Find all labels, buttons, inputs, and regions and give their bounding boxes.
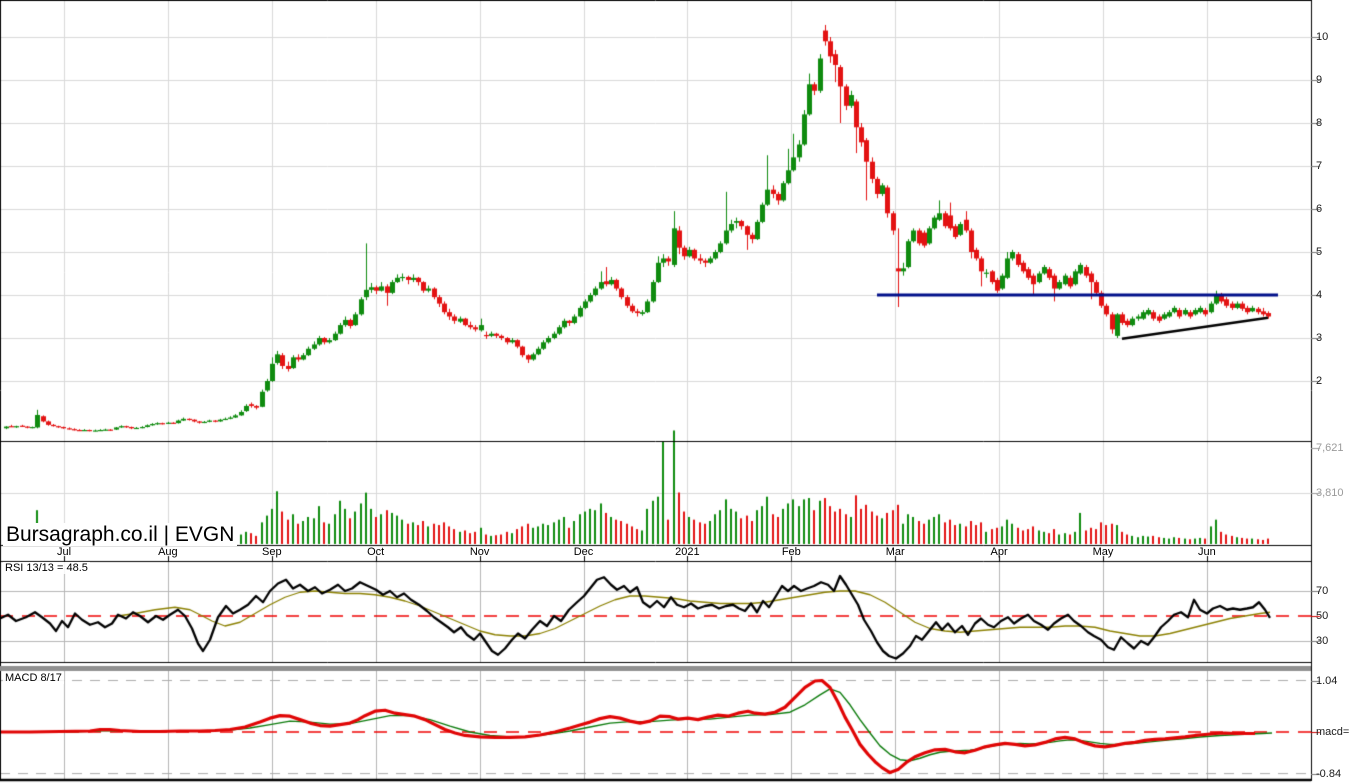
month-label-3: Oct [367, 546, 385, 558]
price-tick-7: 7 [1316, 160, 1323, 172]
month-label-7: Feb [781, 546, 801, 558]
price-volume-rsi-macd-chart-canvas [0, 0, 1349, 784]
month-label-2: Sep [262, 546, 282, 558]
rsi-tick-30: 30 [1316, 635, 1329, 647]
stock-chart-root: Bursagraph.co.il | EVGN RSI 13/13 = 48.5… [0, 0, 1349, 784]
rsi-tick-70: 70 [1316, 585, 1329, 597]
month-label-8: Mar [885, 546, 905, 558]
price-tick-8: 8 [1316, 117, 1323, 129]
volume-tick-7621: 7,621 [1316, 442, 1344, 454]
month-label-11: Jun [1198, 546, 1216, 558]
month-label-9: Apr [990, 546, 1008, 558]
month-label-4: Nov [469, 546, 490, 558]
price-tick-3: 3 [1316, 332, 1323, 344]
macd-tick-max: 1.04 [1316, 674, 1338, 687]
price-tick-10: 10 [1316, 31, 1329, 43]
month-label-1: Aug [158, 546, 178, 558]
macd-zero-label: macd=0 [1316, 726, 1349, 738]
month-label-6: 2021 [675, 546, 700, 558]
price-tick-2: 2 [1316, 375, 1323, 387]
volume-tick-3810: 3,810 [1316, 486, 1344, 499]
price-tick-4: 4 [1316, 289, 1323, 301]
watermark-title: Bursagraph.co.il | EVGN [3, 523, 238, 546]
price-tick-9: 9 [1316, 74, 1323, 86]
macd-tick-min: -0.84 [1316, 767, 1342, 780]
price-tick-6: 6 [1316, 203, 1323, 215]
month-label-10: May [1092, 546, 1114, 558]
rsi-panel-label: RSI 13/13 = 48.5 [3, 562, 90, 574]
rsi-tick-50: 50 [1316, 610, 1329, 622]
price-tick-5: 5 [1316, 246, 1323, 258]
month-label-5: Dec [573, 546, 594, 558]
month-label-0: Jul [56, 546, 72, 558]
macd-panel-label: MACD 8/17 [3, 672, 64, 684]
